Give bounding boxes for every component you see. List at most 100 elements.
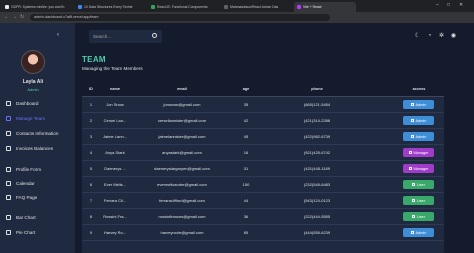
favicon-icon: [297, 5, 301, 9]
cell-email: anyastark@gmail.com: [162, 150, 202, 155]
cell-id: 4: [89, 150, 93, 155]
access-label: Manager: [413, 150, 429, 155]
favicon-icon: [78, 5, 82, 9]
cell-email: jaimelannister@gmail.com: [158, 134, 206, 139]
close-icon[interactable]: ✕: [459, 2, 463, 8]
cell-id: 8: [89, 214, 93, 219]
cell-phone: (222)444-5555: [303, 214, 331, 219]
column-header-age[interactable]: age: [236, 87, 256, 91]
cell-email: evermelisandre@gmail.com: [157, 182, 207, 187]
collapse-icon[interactable]: ‹: [57, 32, 59, 38]
sidebar-item-manage-team[interactable]: Manage Team: [6, 116, 45, 121]
column-header-email[interactable]: email: [152, 87, 212, 91]
access-label: Admin: [415, 102, 427, 107]
favicon-icon: [224, 5, 228, 9]
settings-icon[interactable]: ✲: [438, 33, 445, 40]
browser-tab-3[interactable]: ReactJS: Functional Components: [148, 2, 220, 12]
table-row[interactable]: 2 Cersei Lan... cerseilannister@gmail.com 4…: [82, 113, 444, 129]
maximize-icon[interactable]: □: [447, 2, 450, 8]
access-label: Admin: [415, 118, 427, 123]
access-label: User: [416, 214, 426, 219]
table-row[interactable]: 7 Ferrara Cli... ferraraclifford@gmail.com…: [82, 193, 444, 209]
user-icon: [411, 215, 415, 218]
shield-icon: [410, 135, 414, 138]
access-badge: Admin: [403, 132, 434, 141]
cell-phone: (444)555-6239: [303, 230, 331, 235]
browser-tab-5[interactable]: Vite + React: [294, 2, 356, 12]
sidebar-item-dashboard[interactable]: Dashboard: [6, 101, 38, 106]
browser-tab-4[interactable]: Mahmadalsoz/React Admin Das: [221, 2, 293, 12]
table-row[interactable]: 1 Jon Snow jonsnow@gmail.com 35 (665)121-545…: [82, 97, 444, 113]
person-icon: [6, 167, 11, 172]
people-icon: [6, 116, 11, 121]
browser-tab-1[interactable]: GDPR: Systems misfire: you and th: [2, 2, 74, 12]
table-row[interactable]: 9 Harvey Ro... harveyroxie@gmail.com 65 (444…: [82, 225, 444, 241]
access-badge: Manager: [403, 148, 434, 157]
table-row[interactable]: 5 Daenerys ... daenerystargaryen@gmail.com…: [82, 161, 444, 177]
cell-age: 45: [243, 134, 249, 139]
cell-email: jonsnow@gmail.com: [163, 102, 201, 107]
cell-phone: (421)314-2288: [303, 118, 331, 123]
access-badge: User: [403, 180, 434, 189]
favicon-icon: [151, 5, 155, 9]
search-bar: [89, 30, 162, 43]
cell-name: Harvey Ro...: [103, 230, 127, 235]
access-badge: Admin: [403, 116, 434, 125]
team-table: ID name email age phone access 1 Jon Snow…: [82, 82, 444, 253]
sidebar-item-bar-chart[interactable]: Bar Chart: [6, 215, 36, 220]
sidebar-item-invoices[interactable]: Invoices Balances: [6, 146, 53, 151]
dark-mode-icon[interactable]: ☾: [414, 33, 421, 40]
bar-chart-icon: [6, 215, 11, 220]
home-icon: [6, 101, 11, 106]
access-label: Manager: [413, 166, 429, 171]
page-subtitle: Managing the Team Members: [82, 66, 143, 71]
cell-phone: (543)124-0123: [303, 198, 331, 203]
browser-tab-2[interactable]: 10 Data Structures Every Techie: [75, 2, 147, 12]
table-header: ID name email age phone access: [82, 82, 444, 97]
search-icon[interactable]: [152, 33, 157, 38]
access-label: User: [416, 198, 426, 203]
back-icon[interactable]: ←: [4, 14, 9, 20]
sidebar: ‹ Layla Ali Admin Dashboard Manage Team …: [0, 23, 75, 253]
table-row[interactable]: 6 Ever Melis... evermelisandre@gmail.com 15…: [82, 177, 444, 193]
cell-email: cerseilannister@gmail.com: [157, 118, 207, 123]
cell-email: rossinifrances@gmail.com: [158, 214, 206, 219]
forward-icon[interactable]: →: [12, 14, 17, 20]
table-row[interactable]: 3 Jaime Lann... jaimelannister@gmail.com 45…: [82, 129, 444, 145]
sidebar-item-contacts[interactable]: Contacts Information: [6, 131, 58, 136]
column-header-access[interactable]: access: [404, 87, 434, 91]
user-name: Layla Ali: [22, 79, 44, 85]
address-bar: ← → ↻ admin-dashboard-x7a8f.vercel.app/t…: [0, 12, 474, 23]
cell-name: Cersei Lan...: [103, 118, 127, 123]
access-badge: Admin: [403, 228, 434, 237]
cell-id: 1: [89, 102, 93, 107]
column-header-name[interactable]: name: [102, 87, 128, 91]
column-header-phone[interactable]: phone: [292, 87, 342, 91]
cell-name: Jon Snow: [106, 102, 124, 107]
cell-name: Ferrara Cli...: [103, 198, 127, 203]
sidebar-item-pie-chart[interactable]: Pie Chart: [6, 230, 35, 235]
minimize-icon[interactable]: –: [436, 2, 439, 8]
cell-age: 31: [243, 166, 249, 171]
notifications-icon[interactable]: ◔: [426, 33, 433, 40]
search-input[interactable]: [93, 33, 143, 40]
shield-icon: [410, 119, 414, 122]
sidebar-item-calendar[interactable]: Calendar: [6, 181, 35, 186]
table-row[interactable]: 4 Anya Stark anyastark@gmail.com 16 (921)425…: [82, 145, 444, 161]
column-header-id[interactable]: ID: [86, 87, 96, 91]
page-title: TEAM: [82, 55, 106, 64]
cell-id: 2: [89, 118, 93, 123]
browser-window: GDPR: Systems misfire: you and th 10 Dat…: [0, 0, 474, 253]
access-label: Admin: [415, 134, 427, 139]
cell-age: 150: [242, 182, 250, 187]
shield-icon: [410, 231, 414, 234]
table-row[interactable]: 8 Rossini Fra... rossinifrances@gmail.com 3…: [82, 209, 444, 225]
sidebar-item-faq[interactable]: FAQ Page: [6, 195, 37, 200]
reload-icon[interactable]: ↻: [20, 14, 24, 20]
cell-phone: (232)545-6483: [303, 182, 331, 187]
receipt-icon: [6, 146, 11, 151]
url-field[interactable]: admin-dashboard-x7a8f.vercel.app/team: [30, 14, 330, 21]
sidebar-item-profile-form[interactable]: Profile Form: [6, 167, 41, 172]
cell-id: 6: [89, 182, 93, 187]
person-icon[interactable]: ◉: [450, 33, 457, 40]
